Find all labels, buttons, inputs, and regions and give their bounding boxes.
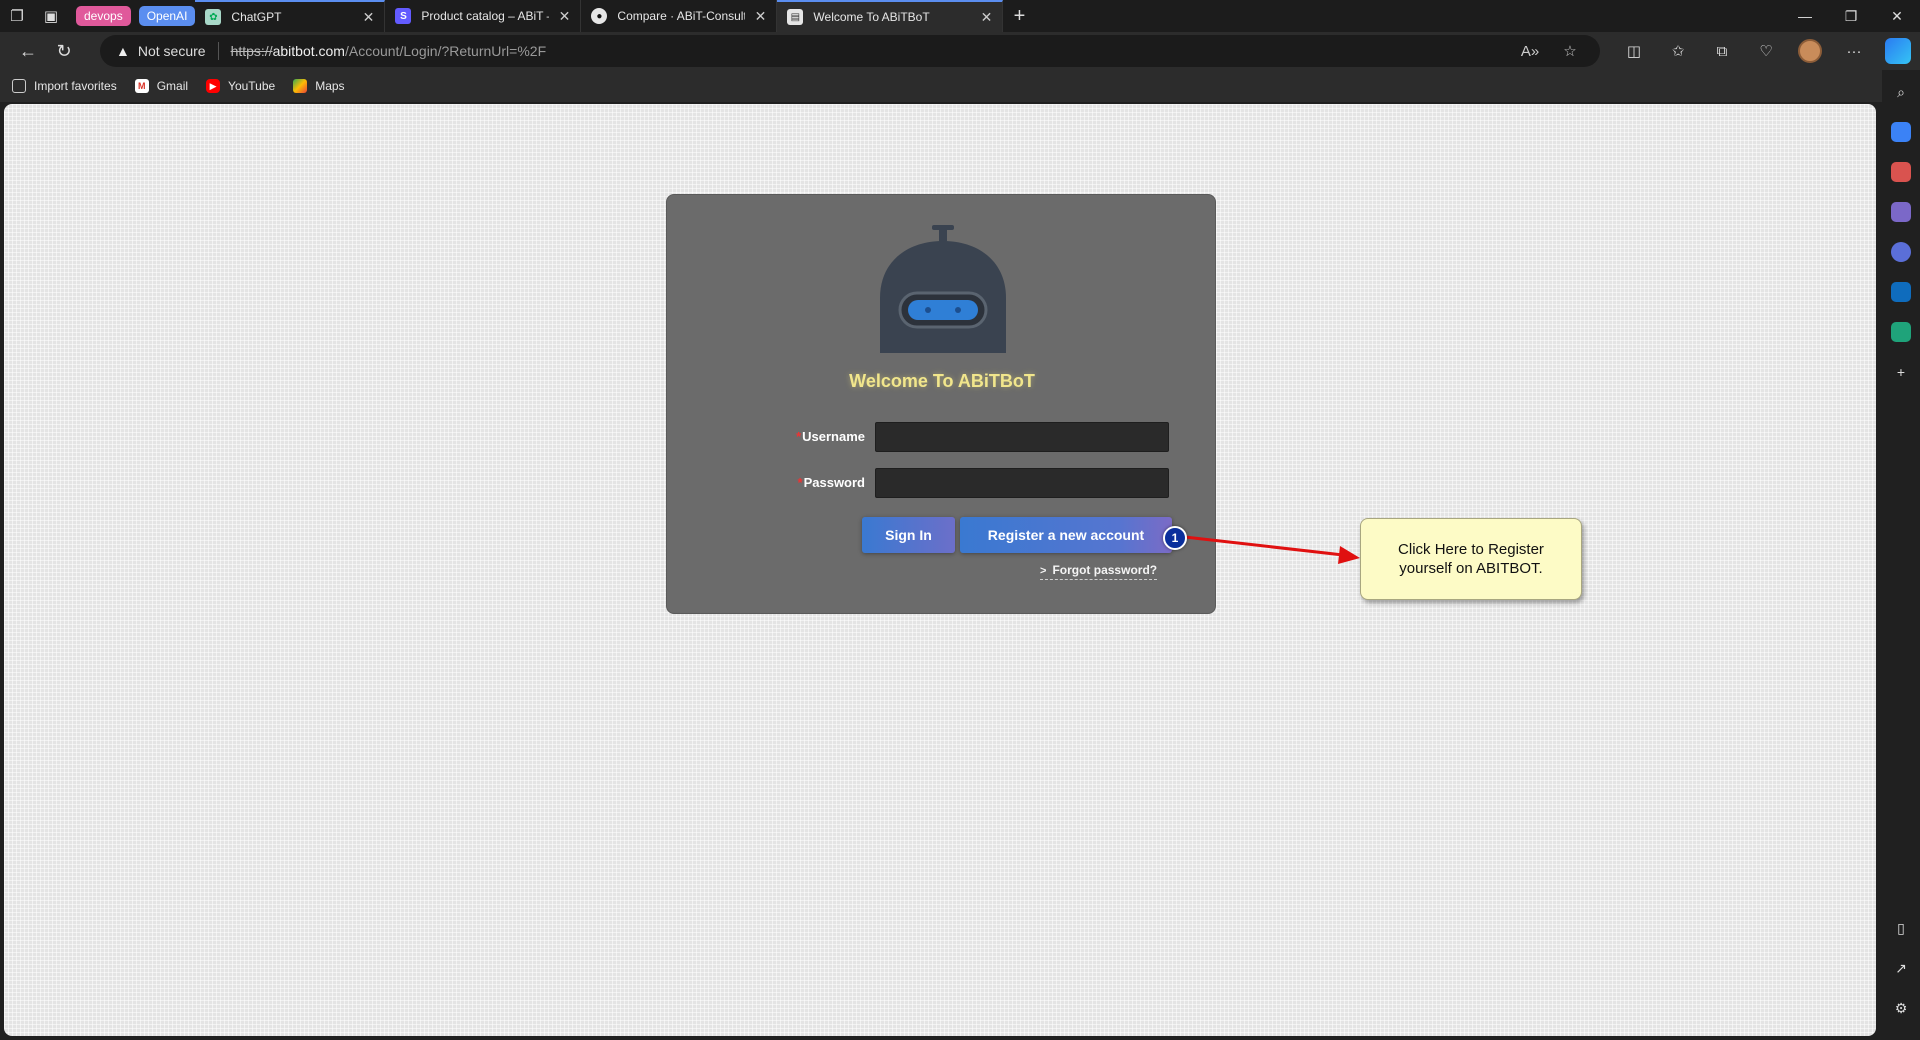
- shopping-tag-icon[interactable]: [1891, 122, 1911, 142]
- tab-github[interactable]: ● Compare · ABiT-Consulting/ABiT ✕: [581, 0, 778, 32]
- github-icon: ●: [591, 8, 608, 24]
- favorite-maps[interactable]: Maps: [293, 79, 345, 93]
- sign-in-button[interactable]: Sign In: [862, 517, 955, 553]
- settings-gear-icon[interactable]: ⚙: [1891, 998, 1911, 1018]
- tab-title: Product catalog – ABiT – Stripe [: [421, 9, 548, 23]
- maps-icon: [293, 79, 308, 93]
- browser-window: ❐ ▣ devops OpenAI ✿ ChatGPT ✕ S Product …: [0, 0, 1920, 1040]
- toolbar-actions: ◫ ✩ ⧉ ♡ ···: [1612, 35, 1920, 67]
- favorite-label: Gmail: [156, 79, 189, 93]
- annotation-arrow: [1175, 534, 1360, 564]
- tab-group-openai[interactable]: OpenAI: [138, 6, 196, 26]
- page-icon: ▤: [787, 9, 804, 25]
- address-divider: [217, 42, 219, 60]
- close-icon[interactable]: ✕: [981, 9, 993, 26]
- add-icon[interactable]: +: [1891, 362, 1911, 382]
- youtube-icon: ▶: [206, 79, 221, 93]
- profile-avatar[interactable]: [1788, 35, 1832, 67]
- favorite-youtube[interactable]: ▶ YouTube: [206, 79, 275, 93]
- import-icon: [12, 79, 26, 93]
- window-controls: — ❐ ✕: [1782, 0, 1920, 32]
- tab-strip: ❐ ▣ devops OpenAI ✿ ChatGPT ✕ S Product …: [0, 0, 1920, 32]
- minimize-icon[interactable]: —: [1782, 0, 1828, 32]
- favorite-gmail[interactable]: M Gmail: [134, 79, 189, 93]
- username-label: *Username: [796, 429, 865, 444]
- search-icon[interactable]: ⌕: [1891, 82, 1911, 102]
- sidebar-panel-icon[interactable]: ▯: [1891, 918, 1911, 938]
- password-row: *Password: [667, 468, 1217, 498]
- address-bar[interactable]: ▲ Not secure https:// abitbot.com /Accou…: [100, 35, 1600, 67]
- tools-icon[interactable]: [1891, 162, 1911, 182]
- tab-chatgpt[interactable]: ✿ ChatGPT ✕: [195, 0, 386, 32]
- required-mark: *: [797, 475, 803, 490]
- tab-actions-icon[interactable]: ▣: [34, 0, 68, 32]
- workspaces-icon[interactable]: ❐: [0, 0, 34, 32]
- close-icon[interactable]: ✕: [363, 9, 375, 26]
- favorite-label: YouTube: [228, 79, 276, 93]
- password-label: *Password: [797, 475, 865, 490]
- favorites-bar: Import favorites M Gmail ▶ YouTube Maps: [0, 70, 1920, 102]
- back-arrow-icon[interactable]: ←: [10, 35, 46, 67]
- login-card: Welcome To ABiTBoT *Username *Password S…: [666, 194, 1216, 614]
- favorite-label: Maps: [315, 79, 345, 93]
- username-row: *Username: [667, 422, 1217, 452]
- warning-icon[interactable]: ▲: [116, 43, 130, 59]
- chevron-right-icon: >: [1040, 565, 1047, 577]
- edge-sidebar: ⌕ + ▯ ↗ ⚙: [1882, 70, 1920, 1040]
- read-aloud-icon[interactable]: A»: [1510, 43, 1550, 60]
- copilot-icon[interactable]: [1876, 35, 1920, 67]
- tab-group-devops[interactable]: devops: [76, 6, 131, 26]
- split-screen-icon[interactable]: ◫: [1612, 35, 1656, 67]
- required-mark: *: [796, 429, 802, 444]
- copilot-sidebar-icon[interactable]: [1891, 242, 1911, 262]
- favorites-icon[interactable]: ✩: [1656, 35, 1700, 67]
- favorite-label: Import favorites: [34, 79, 117, 93]
- close-window-icon[interactable]: ✕: [1874, 0, 1920, 32]
- external-link-icon[interactable]: ↗: [1891, 958, 1911, 978]
- close-icon[interactable]: ✕: [755, 8, 767, 25]
- register-button[interactable]: Register a new account: [960, 517, 1172, 553]
- robot-logo-icon: [880, 225, 1006, 353]
- url-path: /Account/Login/?ReturnUrl=%2F: [344, 43, 547, 59]
- games-icon[interactable]: [1891, 202, 1911, 222]
- username-input[interactable]: [875, 422, 1169, 452]
- favorite-import[interactable]: Import favorites: [12, 79, 117, 93]
- address-actions: A» ☆: [1510, 35, 1590, 67]
- new-tab-button[interactable]: +: [1003, 0, 1035, 32]
- outlook-icon[interactable]: [1891, 282, 1911, 302]
- stripe-icon: S: [395, 8, 412, 24]
- url-host: abitbot.com: [272, 43, 345, 59]
- chatgpt-icon: ✿: [205, 9, 222, 25]
- page-title: Welcome To ABiTBoT: [849, 371, 1035, 391]
- more-options-icon[interactable]: ···: [1832, 35, 1876, 67]
- refresh-icon[interactable]: ↻: [46, 35, 82, 67]
- page-viewport: Welcome To ABiTBoT *Username *Password S…: [4, 104, 1876, 1036]
- drop-icon[interactable]: [1891, 322, 1911, 342]
- forgot-password-link[interactable]: > Forgot password?: [1040, 563, 1158, 580]
- annotation-callout: Click Here to Register yourself on ABITB…: [1360, 518, 1582, 600]
- tab-title: Welcome To ABiTBoT: [813, 10, 930, 24]
- browser-essentials-icon[interactable]: ♡: [1744, 35, 1788, 67]
- password-input[interactable]: [875, 468, 1169, 498]
- security-status[interactable]: Not secure: [138, 43, 206, 59]
- url-scheme: https://: [230, 43, 273, 59]
- collections-icon[interactable]: ⧉: [1700, 35, 1744, 67]
- tab-stripe[interactable]: S Product catalog – ABiT – Stripe [ ✕: [385, 0, 582, 32]
- navigation-toolbar: ← ↻ ▲ Not secure https:// abitbot.com /A…: [0, 32, 1920, 70]
- step-number-badge: 1: [1163, 526, 1187, 550]
- restore-icon[interactable]: ❐: [1828, 0, 1874, 32]
- tab-title: ChatGPT: [231, 10, 282, 24]
- favorite-star-icon[interactable]: ☆: [1550, 42, 1590, 60]
- tab-title: Compare · ABiT-Consulting/ABiT: [617, 9, 744, 23]
- gmail-icon: M: [134, 79, 149, 93]
- tab-abitbot[interactable]: ▤ Welcome To ABiTBoT ✕: [777, 0, 1004, 32]
- close-icon[interactable]: ✕: [559, 8, 571, 25]
